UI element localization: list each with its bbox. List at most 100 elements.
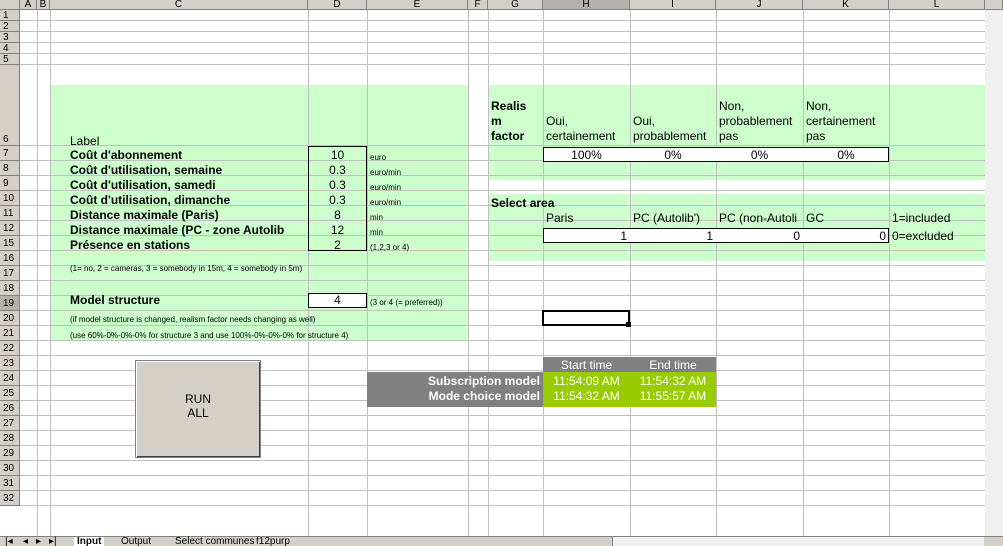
run-all-button[interactable]: RUN ALL [135, 360, 261, 458]
area-value[interactable]: 0 [716, 229, 800, 243]
row-header-17[interactable]: 17 [0, 266, 20, 281]
sheet-tab-bar: |◂ ◂ ▸ ▸| Input Output Select communes f… [0, 536, 1003, 546]
col-header-g[interactable]: G [488, 0, 543, 10]
row-header-12[interactable]: 12 [0, 221, 20, 236]
param-label: Coût d'utilisation, samedi [70, 178, 216, 192]
row-header-2[interactable]: 2 [0, 21, 20, 32]
area-value[interactable]: 0 [803, 229, 886, 243]
next-sheet-icon[interactable]: ▸ [33, 537, 44, 546]
realism-header: probablement [719, 114, 793, 128]
param-value-text[interactable]: 0.3 [308, 163, 367, 177]
tab-select-communes[interactable]: Select communes [172, 537, 257, 546]
col-header-f[interactable]: F [468, 0, 488, 10]
tab-input[interactable]: Input [74, 537, 105, 546]
row-header-26[interactable]: 26 [0, 401, 20, 416]
first-sheet-icon[interactable]: |◂ [2, 537, 16, 546]
param-value-text[interactable]: 2 [308, 238, 367, 252]
active-cell[interactable] [542, 310, 630, 326]
param-value-text[interactable]: 0.3 [308, 193, 367, 207]
area-header: Paris [546, 211, 574, 225]
horizontal-scrollbar[interactable] [612, 537, 984, 546]
col-header-a[interactable]: A [20, 0, 37, 10]
subscription-model-label: Subscription model [427, 374, 540, 388]
realism-value[interactable]: 0% [630, 148, 716, 162]
row-header-27[interactable]: 27 [0, 416, 20, 431]
model-structure-note: (if model structure is changed, realism … [70, 315, 316, 324]
realism-value[interactable]: 100% [543, 148, 630, 162]
row-header-3[interactable]: 3 [0, 32, 20, 43]
realism-header: probablement [633, 129, 707, 143]
start-time: 11:54:32 AM [553, 389, 620, 403]
param-unit: euro/min [370, 168, 402, 177]
col-header-l[interactable]: L [889, 0, 985, 10]
col-header-c[interactable]: C [50, 0, 308, 10]
col-header-j[interactable]: J [716, 0, 803, 10]
area-header: PC (Autolib') [633, 211, 700, 225]
col-header-b[interactable]: B [37, 0, 50, 10]
realism-header: Oui, [633, 114, 656, 128]
row-header-6[interactable]: 6 [0, 65, 20, 146]
row-header-25[interactable]: 25 [0, 386, 20, 401]
row-header-19[interactable]: 19 [0, 296, 20, 311]
realism-header: Oui, [546, 114, 569, 128]
col-header-h[interactable]: H [543, 0, 630, 10]
row-header-22[interactable]: 22 [0, 341, 20, 356]
realism-value[interactable]: 0% [803, 148, 889, 162]
realism-header: pas [719, 129, 739, 143]
row-header-18[interactable]: 18 [0, 281, 20, 296]
param-value-text[interactable]: 12 [308, 223, 367, 237]
param-label: Distance maximale (Paris) [70, 208, 219, 222]
row-header-10[interactable]: 10 [0, 191, 20, 206]
col-header-k[interactable]: K [803, 0, 889, 10]
mode-choice-model-label: Mode choice model [428, 389, 540, 403]
end-time: 11:55:57 AM [639, 389, 707, 403]
row-header-23[interactable]: 23 [0, 356, 20, 371]
row-header-15[interactable]: 15 [0, 236, 20, 251]
param-unit: (1,2,3 or 4) [370, 243, 410, 252]
param-unit: euro/min [370, 183, 402, 192]
row-header-8[interactable]: 8 [0, 161, 20, 176]
realism-label: Realis [491, 99, 527, 113]
tab-output[interactable]: Output [118, 537, 154, 546]
realism-header: certainement [806, 114, 876, 128]
row-header-28[interactable]: 28 [0, 431, 20, 446]
row-header-29[interactable]: 29 [0, 446, 20, 461]
row-header-7[interactable]: 7 [0, 146, 20, 161]
row-header-21[interactable]: 21 [0, 326, 20, 341]
tab-f12purp[interactable]: f12purp [253, 537, 293, 546]
vertical-scrollbar[interactable] [985, 10, 1003, 536]
col-header-d[interactable]: D [308, 0, 367, 10]
realism-header: Non, [806, 99, 832, 113]
param-value-text[interactable]: 0.3 [308, 178, 367, 192]
row-header-20[interactable]: 20 [0, 311, 20, 326]
area-value[interactable]: 1 [630, 229, 713, 243]
realism-header: Non, [719, 99, 745, 113]
last-sheet-icon[interactable]: ▸| [46, 537, 60, 546]
area-value[interactable]: 1 [543, 229, 627, 243]
param-value-text[interactable]: 10 [308, 148, 367, 162]
fill-handle[interactable] [626, 322, 631, 327]
presence-note: (1= no, 2 = cameras, 3 = somebody in 15m… [70, 264, 303, 273]
model-structure-value[interactable]: 4 [308, 293, 367, 308]
row-header-30[interactable]: 30 [0, 461, 20, 476]
param-label: Coût d'utilisation, dimanche [70, 193, 231, 207]
realism-value[interactable]: 0% [716, 148, 803, 162]
row-header-4[interactable]: 4 [0, 43, 20, 54]
row-header-1[interactable]: 1 [0, 10, 20, 21]
row-header-5[interactable]: 5 [0, 54, 20, 65]
prev-sheet-icon[interactable]: ◂ [20, 537, 31, 546]
area-header: PC (non-Autoli [719, 211, 798, 225]
row-header-9[interactable]: 9 [0, 176, 20, 191]
row-header-31[interactable]: 31 [0, 476, 20, 491]
legend-excluded: 0=excluded [892, 229, 954, 243]
model-structure-label: Model structure [70, 293, 161, 307]
col-header-i[interactable]: I [630, 0, 716, 10]
row-header-24[interactable]: 24 [0, 371, 20, 386]
row-header-32[interactable]: 32 [0, 491, 20, 506]
param-unit: min [370, 213, 383, 222]
end-time: 11:54:32 AM [639, 374, 707, 388]
col-header-e[interactable]: E [367, 0, 468, 10]
param-value-text[interactable]: 8 [308, 208, 367, 222]
row-header-16[interactable]: 16 [0, 251, 20, 266]
row-header-11[interactable]: 11 [0, 206, 20, 221]
